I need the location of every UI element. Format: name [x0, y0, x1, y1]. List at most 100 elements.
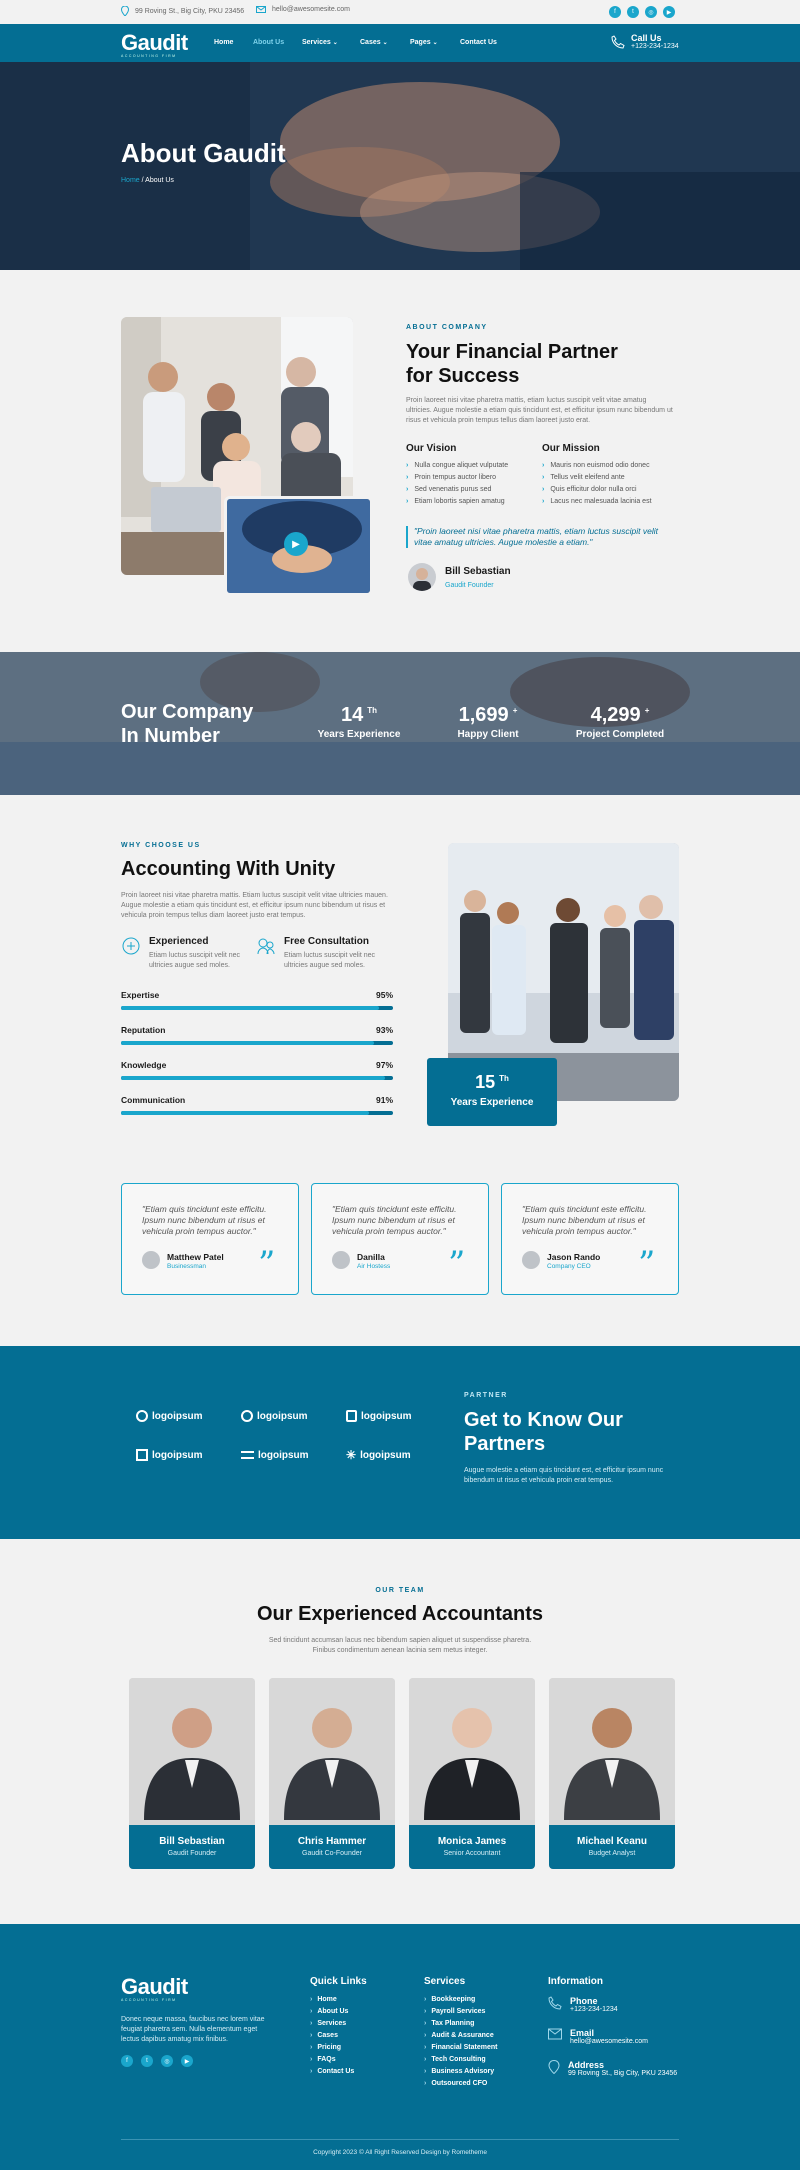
team-title: Our Experienced Accountants — [257, 1603, 543, 1625]
avatar — [522, 1251, 540, 1269]
footer-link[interactable]: Outsourced CFO — [424, 2078, 497, 2090]
partner-logos: logoipsum logoipsum logoipsum logoipsum … — [136, 1410, 451, 1462]
copyright: Copyright 2023 © All Right Reserved Desi… — [313, 2149, 487, 2156]
footer-link[interactable]: Cases — [310, 2030, 354, 2042]
feature-title: Experienced — [149, 936, 209, 947]
partner-logo[interactable]: logoipsum — [136, 1410, 241, 1422]
skill-percent: 97% — [375, 1060, 393, 1070]
hero-title: About Gaudit — [121, 138, 286, 168]
team-member-name: Michael Keanu — [576, 1836, 648, 1847]
list-item: Quis efficitur dolor nulla orci — [542, 484, 652, 496]
chevron-down-icon: ⌄ — [382, 40, 388, 46]
testimonial-name: Matthew Patel — [167, 1252, 224, 1262]
team-card[interactable]: Monica James Senior Accountant — [409, 1678, 535, 1869]
youtube-icon[interactable]: ▶ — [663, 6, 675, 18]
badge-sup: Th — [499, 1074, 509, 1083]
testimonial-role: Businessman — [167, 1263, 207, 1270]
footer: Gaudit ACCOUNTING FIRM Donec neque massa… — [0, 1924, 800, 2170]
skill-row: Knowledge 97% — [121, 1060, 393, 1080]
stat-years: 14 Th Years Experience — [314, 704, 404, 740]
skill-row: Reputation 93% — [121, 1025, 393, 1045]
testimonial-card: "Etiam quis tincidunt este efficitu. Ips… — [121, 1183, 299, 1295]
team-card[interactable]: Michael Keanu Budget Analyst — [549, 1678, 675, 1869]
footer-link[interactable]: Financial Statement — [424, 2042, 497, 2054]
call-us[interactable]: Call Us +123-234-1234 — [611, 33, 679, 50]
stat-sup: + — [644, 706, 650, 716]
footer-logo[interactable]: Gaudit ACCOUNTING FIRM — [121, 1974, 188, 2002]
team-member-photo — [129, 1678, 255, 1820]
logo-mark-icon — [136, 1410, 148, 1422]
quote-icon: ” — [638, 1244, 656, 1284]
twitter-icon[interactable]: t — [627, 6, 639, 18]
team-card[interactable]: Bill Sebastian Gaudit Founder — [129, 1678, 255, 1869]
instagram-icon[interactable]: ◎ — [645, 6, 657, 18]
phone-value: +123-234-1234 — [570, 2006, 618, 2013]
years-badge: 15 Th Years Experience — [427, 1058, 557, 1126]
partner-logo-text: logoipsum — [152, 1410, 203, 1422]
topbar-email: hello@awesomesite.com — [272, 6, 350, 13]
mission-title: Our Mission — [542, 443, 600, 454]
stat-value: 14 — [340, 704, 364, 726]
quote-icon: ” — [448, 1244, 466, 1284]
partner-logo-text: logoipsum — [152, 1449, 203, 1461]
partner-logo[interactable]: logoipsum — [241, 1410, 346, 1422]
partner-logo[interactable]: logoipsum — [241, 1448, 346, 1462]
skill-name: Communication — [121, 1095, 186, 1105]
partner-logo-text: logoipsum — [258, 1449, 309, 1461]
footer-link[interactable]: Pricing — [310, 2042, 354, 2054]
logo-mark-icon — [136, 1449, 148, 1461]
quick-links-title: Quick Links — [310, 1976, 367, 1987]
footer-link[interactable]: Bookkeeping — [424, 1994, 497, 2006]
youtube-icon[interactable]: ▶ — [181, 2055, 193, 2067]
team-member-name: Bill Sebastian — [159, 1836, 225, 1847]
footer-link[interactable]: Tech Consulting — [424, 2054, 497, 2066]
partner-title: Get to Know Our Partners — [464, 1408, 623, 1456]
email-value[interactable]: hello@awesomesite.com — [570, 2038, 648, 2045]
brand-logo[interactable]: Gaudit ACCOUNTING FIRM — [121, 30, 188, 58]
feature-title: Free Consultation — [284, 936, 370, 947]
footer-link[interactable]: Business Advisory — [424, 2066, 497, 2078]
phone-label: Phone — [570, 1996, 598, 2006]
facebook-icon[interactable]: f — [609, 6, 621, 18]
facebook-icon[interactable]: f — [121, 2055, 133, 2067]
partner-logo[interactable]: logoipsum — [136, 1448, 241, 1462]
play-video-icon[interactable]: ▶ — [284, 532, 308, 556]
twitter-icon[interactable]: t — [141, 2055, 153, 2067]
footer-link[interactable]: Contact Us — [310, 2066, 354, 2078]
skill-bar-fill — [121, 1076, 385, 1080]
info-phone: Phone +123-234-1234 — [548, 1996, 618, 2013]
address-value: 99 Roving St., Big City, PKU 23456 — [568, 2070, 678, 2077]
about-text: Proin laoreet nisi vitae pharetra mattis… — [406, 397, 673, 424]
choose-label: WHY CHOOSE US — [121, 842, 201, 849]
nav-contact[interactable]: Contact Us — [460, 39, 497, 46]
partners-section: logoipsum logoipsum logoipsum logoipsum … — [0, 1346, 800, 1539]
footer-link[interactable]: FAQs — [310, 2054, 354, 2066]
partner-logo[interactable]: ✳ logoipsum — [346, 1448, 451, 1462]
logo-mark-icon — [241, 1451, 254, 1459]
nav-services[interactable]: Services ⌄ — [302, 39, 338, 46]
breadcrumb-home[interactable]: Home — [121, 177, 140, 184]
footer-link[interactable]: Payroll Services — [424, 2006, 497, 2018]
partner-logo[interactable]: logoipsum — [346, 1410, 451, 1422]
quote-icon: ” — [258, 1244, 276, 1284]
email-info[interactable]: hello@awesomesite.com — [256, 6, 350, 13]
footer-link[interactable]: Tax Planning — [424, 2018, 497, 2030]
instagram-icon[interactable]: ◎ — [161, 2055, 173, 2067]
numbers-title-line2: In Number — [121, 725, 220, 747]
footer-link[interactable]: Audit & Assurance — [424, 2030, 497, 2042]
team-card[interactable]: Chris Hammer Gaudit Co-Founder — [269, 1678, 395, 1869]
nav-pages[interactable]: Pages ⌄ — [410, 39, 438, 46]
list-item: Proin tempus auctor libero — [406, 472, 508, 484]
nav-cases[interactable]: Cases ⌄ — [360, 39, 388, 46]
footer-link[interactable]: About Us — [310, 2006, 354, 2018]
skill-bar — [121, 1111, 393, 1115]
nav-home[interactable]: Home — [214, 39, 233, 46]
nav-about[interactable]: About Us — [253, 39, 284, 46]
footer-about: Donec neque massa, faucibus nec lorem vi… — [121, 2016, 265, 2043]
footer-link[interactable]: Services — [310, 2018, 354, 2030]
footer-link[interactable]: Home — [310, 1994, 354, 2006]
breadcrumb-current: / About Us — [141, 177, 174, 184]
skill-name: Expertise — [121, 990, 160, 1000]
testimonial-card: "Etiam quis tincidunt este efficitu. Ips… — [311, 1183, 489, 1295]
skill-percent: 95% — [375, 990, 393, 1000]
